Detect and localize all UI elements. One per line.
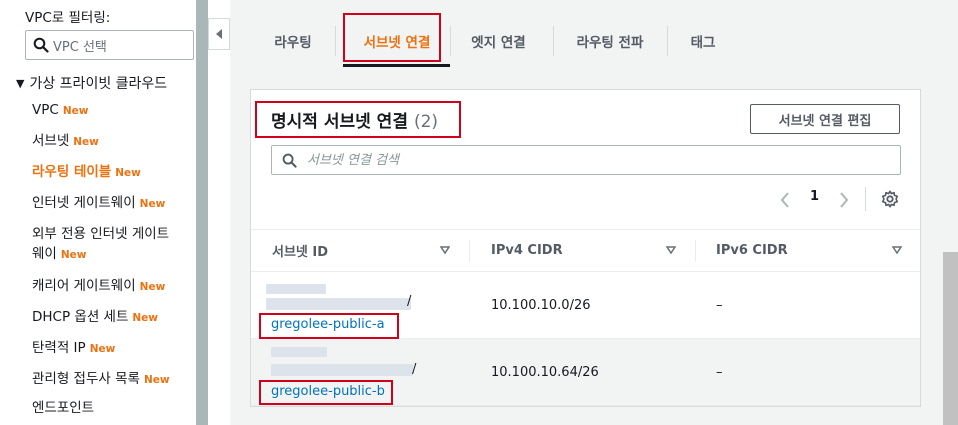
sidebar-gutter bbox=[196, 0, 208, 425]
sidebar-section-title: 가상 프라이빗 클라우드 bbox=[29, 76, 168, 92]
sidebar-item-label: 캐리어 게이트웨이 bbox=[32, 278, 136, 294]
highlight-box bbox=[343, 13, 441, 62]
tab-label: 라우팅 전파 bbox=[576, 35, 644, 51]
search-icon bbox=[33, 37, 49, 53]
new-badge: New bbox=[143, 374, 170, 386]
sidebar-item-label: 엔드포인트 bbox=[32, 400, 95, 416]
caret-down-icon: ▼ bbox=[16, 76, 25, 90]
sidebar-item-vpc[interactable]: VPC New bbox=[32, 100, 88, 121]
redacted-subnet-id bbox=[266, 298, 411, 310]
redacted-subnet-id bbox=[266, 284, 326, 294]
sidebar-item-internet-gateways[interactable]: 인터넷 게이트웨이 New bbox=[32, 193, 165, 214]
column-divider bbox=[695, 240, 696, 262]
sidebar-section-vpc[interactable]: ▼ 가상 프라이빗 클라우드 bbox=[16, 73, 167, 93]
column-header-ipv4-cidr[interactable]: IPv4 CIDR bbox=[491, 230, 563, 271]
sidebar: VPC로 필터링: VPC 선택 ▼ 가상 프라이빗 클라우드 VPC New 서… bbox=[0, 0, 196, 425]
sort-icon[interactable] bbox=[440, 245, 450, 255]
new-badge: New bbox=[73, 136, 99, 148]
previous-page-icon[interactable] bbox=[779, 191, 791, 209]
sidebar-item-label-cont: 웨이 bbox=[32, 246, 57, 262]
tab-divider bbox=[335, 26, 336, 56]
settings-gear-icon[interactable] bbox=[881, 190, 899, 208]
tab-label: 엣지 연결 bbox=[471, 35, 526, 51]
column-header-subnet-id[interactable]: 서브넷 ID bbox=[272, 230, 328, 271]
subnet-id-separator: / bbox=[407, 294, 412, 309]
pager-divider bbox=[865, 187, 866, 211]
column-header-ipv6-cidr[interactable]: IPv6 CIDR bbox=[716, 230, 788, 271]
new-badge: New bbox=[115, 167, 141, 179]
ipv6-cidr-value: – bbox=[716, 365, 723, 380]
subnet-id-separator: / bbox=[412, 362, 417, 377]
search-icon bbox=[282, 153, 297, 168]
tab-tags[interactable]: 태그 bbox=[668, 18, 738, 64]
sidebar-item-label: 외부 전용 인터넷 게이트 bbox=[32, 226, 170, 242]
new-badge: New bbox=[89, 343, 116, 355]
vpc-select-placeholder: VPC 선택 bbox=[53, 39, 107, 55]
tab-route-propagation[interactable]: 라우팅 전파 bbox=[554, 18, 666, 64]
sidebar-item-route-tables[interactable]: 라우팅 테이블 New bbox=[32, 162, 141, 183]
ipv6-cidr-value: – bbox=[716, 298, 723, 313]
highlight-box bbox=[259, 313, 399, 339]
sidebar-item-label: 탄력적 IP bbox=[32, 340, 86, 356]
tab-label: 라우팅 bbox=[274, 35, 312, 51]
edit-subnet-associations-button[interactable]: 서브넷 연결 편집 bbox=[750, 104, 900, 134]
new-badge: New bbox=[139, 281, 166, 293]
active-tab-indicator bbox=[343, 64, 450, 67]
new-badge: New bbox=[62, 105, 89, 117]
search-input[interactable] bbox=[305, 151, 865, 169]
sort-icon[interactable] bbox=[666, 245, 676, 255]
sidebar-item-label: 서브넷 bbox=[32, 133, 70, 149]
tab-label: 태그 bbox=[690, 35, 716, 51]
highlight-box bbox=[255, 101, 461, 138]
chevron-left-icon bbox=[216, 29, 222, 39]
sidebar-item-endpoints[interactable]: 엔드포인트 bbox=[32, 398, 94, 418]
sidebar-item-subnets[interactable]: 서브넷 New bbox=[32, 131, 99, 152]
new-badge: New bbox=[139, 198, 166, 210]
new-badge: New bbox=[132, 312, 158, 324]
sidebar-item-prefix-lists[interactable]: 관리형 접두사 목록 New bbox=[32, 369, 170, 390]
new-badge: New bbox=[60, 249, 87, 261]
sidebar-item-label: VPC bbox=[32, 102, 59, 118]
sidebar-item-label: 관리형 접두사 목록 bbox=[32, 371, 140, 387]
table-header: 서브넷 ID IPv4 CIDR IPv6 CIDR bbox=[251, 229, 920, 272]
tab-routes[interactable]: 라우팅 bbox=[252, 18, 334, 64]
vpc-filter-label: VPC로 필터링: bbox=[25, 10, 111, 26]
sidebar-item-dhcp-options[interactable]: DHCP 옵션 세트 New bbox=[32, 307, 158, 328]
sort-icon[interactable] bbox=[892, 245, 902, 255]
sidebar-item-label: 라우팅 테이블 bbox=[32, 164, 112, 180]
highlight-box bbox=[259, 380, 393, 405]
redacted-subnet-id bbox=[271, 347, 327, 357]
sidebar-item-carrier-gateways[interactable]: 캐리어 게이트웨이 New bbox=[32, 276, 165, 297]
column-divider bbox=[469, 240, 470, 262]
sidebar-item-egress-only-gateways[interactable]: 외부 전용 인터넷 게이트 웨이 New bbox=[32, 224, 169, 265]
ipv4-cidr-value: 10.100.10.64/26 bbox=[491, 365, 599, 380]
vpc-select[interactable]: VPC 선택 bbox=[25, 30, 194, 60]
ipv4-cidr-value: 10.100.10.0/26 bbox=[491, 298, 591, 313]
search-field[interactable] bbox=[271, 145, 901, 175]
scrollbar-thumb[interactable] bbox=[943, 252, 958, 425]
sidebar-item-elastic-ip[interactable]: 탄력적 IP New bbox=[32, 338, 115, 359]
redacted-subnet-id bbox=[271, 364, 413, 376]
tab-edge-associations[interactable]: 엣지 연결 bbox=[451, 18, 546, 64]
sidebar-item-label: 인터넷 게이트웨이 bbox=[32, 195, 136, 211]
current-page[interactable]: 1 bbox=[810, 189, 819, 204]
sidebar-item-label: DHCP 옵션 세트 bbox=[32, 309, 129, 325]
next-page-icon[interactable] bbox=[838, 191, 850, 209]
collapse-sidebar-button[interactable] bbox=[208, 18, 230, 50]
